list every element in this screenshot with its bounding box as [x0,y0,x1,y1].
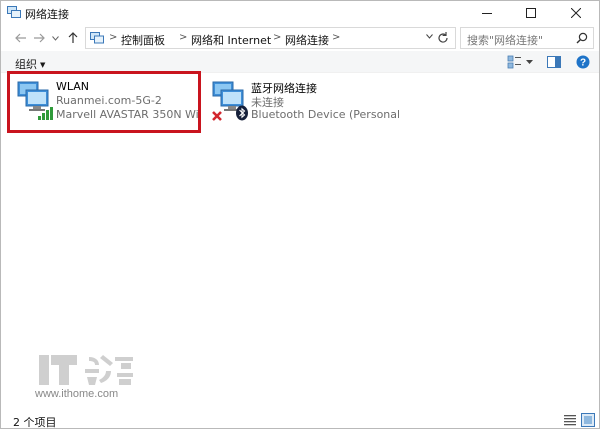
back-button[interactable] [13,29,29,47]
search-placeholder[interactable]: 搜索"网络连接" [467,32,543,48]
connection-device: Bluetooth Device (Personal Are... [251,108,399,121]
caret-down-icon: ▼ [40,61,46,69]
minimize-button[interactable] [465,1,509,24]
up-button[interactable] [65,29,81,47]
breadcrumb-network-internet[interactable]: 网络和 Internet [191,32,271,48]
arrow-right-icon [34,33,45,43]
arrow-up-icon [68,32,78,43]
chevron-down-icon [426,34,433,39]
connection-item-bluetooth[interactable]: 蓝牙网络连接 未连接 Bluetooth Device (Personal Ar… [205,74,401,130]
network-connections-icon [7,6,21,18]
view-options-icon [507,55,521,69]
navigation-bar: > 控制面板 > 网络和 Internet > 网络连接 > 搜索"网络连接" [1,26,599,50]
close-button[interactable] [554,1,598,24]
close-icon [571,7,581,18]
change-view-button[interactable] [507,54,533,70]
bluetooth-adapter-icon [212,81,248,121]
arrow-left-icon [15,33,26,43]
preview-pane-icon [547,56,561,68]
breadcrumb-network-connections[interactable]: 网络连接 [285,32,329,48]
connection-status: Ruanmei.com-5G-2 [56,94,162,107]
control-panel-icon [90,32,104,44]
minimize-icon [482,12,492,14]
connection-item-wlan[interactable]: WLAN Ruanmei.com-5G-2 Marvell AVASTAR 35… [7,71,201,133]
chevron-down-icon [51,35,59,41]
connection-name: WLAN [56,80,90,93]
help-icon: ? [576,55,590,69]
svg-text:?: ? [580,58,586,69]
breadcrumb-control-panel[interactable]: 控制面板 [121,32,165,48]
connection-device: Marvell AVASTAR 350N Wirele... [56,108,198,121]
preview-pane-button[interactable] [547,54,561,70]
command-bar: 组织 ▼ ? [1,51,599,73]
maximize-button[interactable] [509,1,553,24]
breadcrumb-separator[interactable]: > [179,32,187,43]
details-view-icon[interactable] [563,413,577,427]
window-title: 网络连接 [25,8,69,21]
search-icon[interactable] [576,32,588,44]
wifi-adapter-icon [17,81,53,120]
breadcrumb-separator[interactable]: > [273,32,281,43]
maximize-icon [526,7,536,18]
status-bar: 2 个项目 [1,411,599,429]
help-button[interactable]: ? [576,54,590,70]
breadcrumb-separator[interactable]: > [109,32,117,43]
caret-down-icon [526,59,533,64]
large-icons-view-icon[interactable] [581,413,595,427]
title-bar[interactable]: 网络连接 [1,1,599,24]
breadcrumb-separator[interactable]: > [332,32,340,43]
refresh-icon[interactable] [436,30,450,46]
organize-label: 组织 [15,58,37,71]
forward-button[interactable] [31,29,47,47]
recent-locations-button[interactable] [49,29,61,47]
organize-menu[interactable]: 组织 ▼ [15,56,45,72]
address-bar[interactable]: > 控制面板 > 网络和 Internet > 网络连接 > [85,27,456,49]
address-history-dropdown[interactable] [426,32,433,42]
search-box[interactable]: 搜索"网络连接" [460,27,594,49]
watermark-url: www.ithome.com [35,388,119,400]
explorer-window: 网络连接 > 控制面板 > 网络和 Internet > 网络连接 > 搜索"网… [0,0,600,429]
item-count: 2 个项目 [13,416,57,429]
